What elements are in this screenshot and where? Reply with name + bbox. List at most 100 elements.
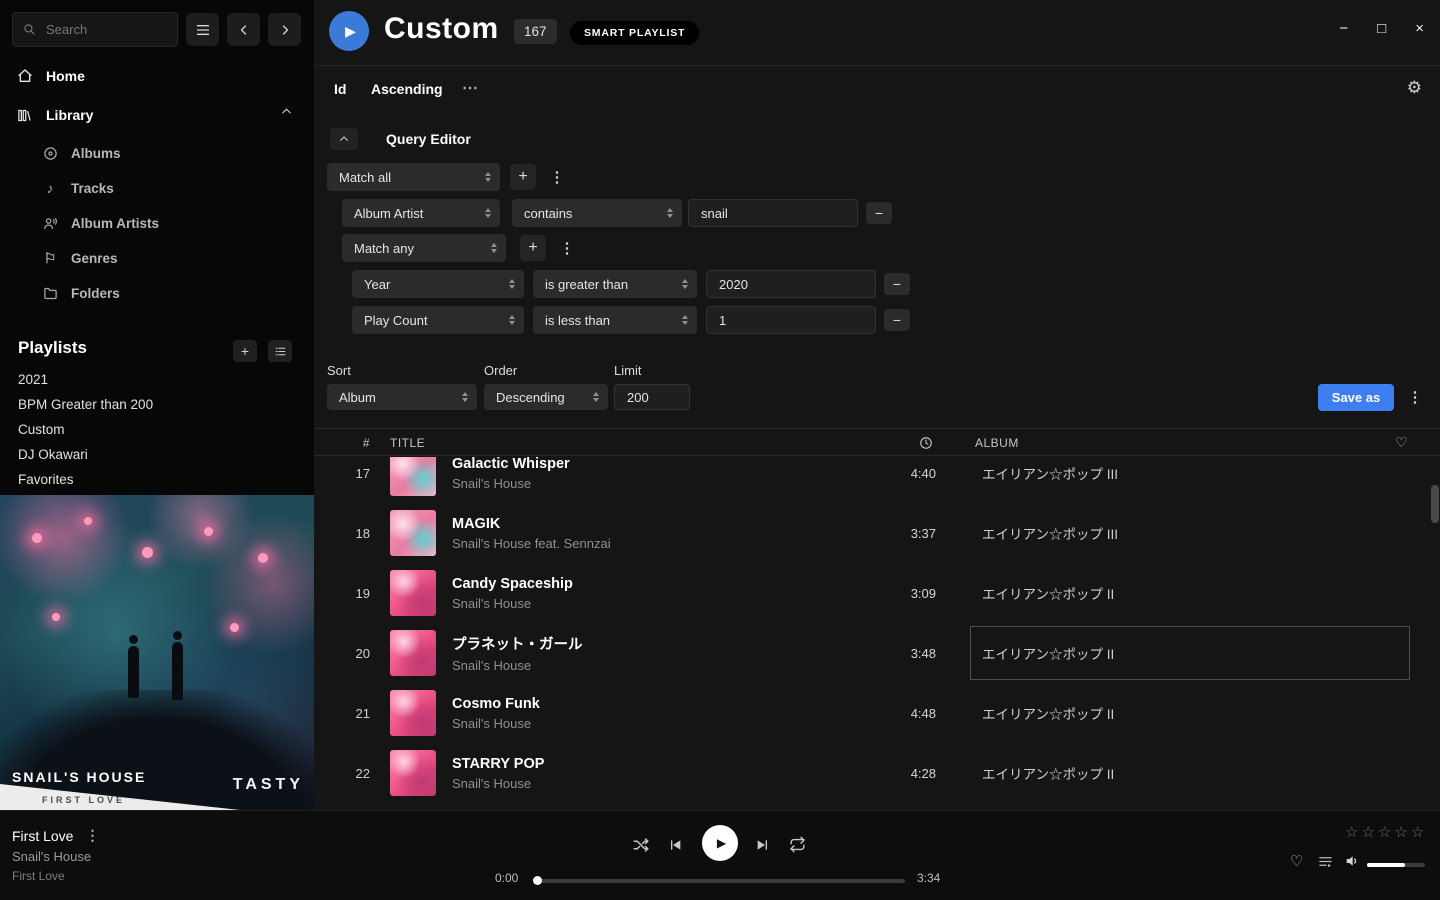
track-album[interactable]: エイリアン☆ポップ II (970, 746, 1410, 800)
table-row[interactable]: 17 Galactic Whisper Snail's House 4:40 エ… (314, 457, 1431, 503)
star-icon[interactable]: ☆ (1394, 823, 1407, 841)
table-row[interactable]: 19 Candy Spaceship Snail's House 3:09 エイ… (314, 563, 1431, 623)
limit-input[interactable] (614, 384, 690, 410)
volume-fill (1367, 863, 1405, 867)
menu-icon[interactable] (186, 13, 219, 46)
column-header-album[interactable]: ALBUM (975, 436, 1019, 450)
sort-field-button[interactable]: Id (334, 81, 346, 97)
next-track-icon[interactable] (755, 837, 771, 853)
volume-slider[interactable] (1367, 863, 1425, 867)
minimize-button[interactable]: − (1339, 20, 1348, 37)
star-icon[interactable]: ☆ (1411, 823, 1424, 841)
order-select[interactable]: Descending (484, 384, 608, 410)
rule3-value-input[interactable] (706, 306, 876, 334)
maximize-button[interactable]: □ (1377, 20, 1386, 37)
track-menu-icon[interactable]: ⋮ (85, 827, 99, 844)
table-row[interactable]: 21 Cosmo Funk Snail's House 4:48 エイリアン☆ポ… (314, 683, 1431, 743)
rule3-operator-select[interactable]: is less than (533, 306, 697, 334)
add-playlist-button[interactable]: + (233, 340, 257, 362)
track-number: 18 (340, 526, 370, 541)
shuffle-icon[interactable] (632, 836, 650, 854)
track-number: 19 (340, 586, 370, 601)
chevron-up-icon[interactable] (281, 106, 292, 117)
playlist-list-view-icon[interactable] (268, 340, 292, 362)
clock-icon[interactable] (919, 436, 933, 450)
group2-menu-icon[interactable]: ⋮ (558, 235, 576, 261)
play-pause-button[interactable]: ▶ (702, 825, 738, 861)
track-album[interactable]: エイリアン☆ポップ III (970, 457, 1410, 500)
sidebar-item-folders[interactable]: Folders (0, 281, 314, 305)
select-value: Album (339, 390, 376, 405)
column-header-number[interactable]: # (340, 436, 370, 450)
rule2-operator-select[interactable]: is greater than (533, 270, 697, 298)
table-row[interactable]: 18 MAGIK Snail's House feat. Sennzai 3:3… (314, 503, 1431, 563)
rule3-field-select[interactable]: Play Count (352, 306, 524, 334)
track-title: STARRY POP (452, 756, 880, 772)
now-playing-artwork[interactable]: SNAIL'S HOUSE FIRST LOVE TASTY (0, 495, 314, 810)
playlist-item-dj-okawari[interactable]: DJ Okawari (18, 447, 88, 467)
seek-thumb[interactable] (533, 876, 542, 885)
sidebar-item-albums[interactable]: Albums (0, 141, 314, 165)
more-options-icon[interactable]: ⋯ (462, 78, 478, 98)
seek-bar[interactable] (535, 879, 905, 883)
queue-icon[interactable] (1318, 854, 1333, 869)
close-button[interactable]: × (1415, 20, 1424, 37)
rule1-field-select[interactable]: Album Artist (342, 199, 500, 227)
rule1-operator-select[interactable]: contains (512, 199, 682, 227)
add-rule-button-group2[interactable]: + (520, 235, 546, 261)
play-playlist-button[interactable]: ▶ (329, 11, 369, 51)
playlist-item-bpm[interactable]: BPM Greater than 200 (18, 397, 153, 417)
remove-rule3-button[interactable]: − (884, 309, 910, 331)
star-icon[interactable]: ☆ (1345, 823, 1358, 841)
repeat-icon[interactable] (789, 836, 806, 853)
track-title: プラネット・ガール (452, 633, 880, 654)
rule2-value-input[interactable] (706, 270, 876, 298)
column-header-title[interactable]: TITLE (390, 436, 425, 450)
match-select-group1[interactable]: Match all (327, 163, 500, 191)
search-input[interactable] (44, 21, 167, 38)
rule2-field-select[interactable]: Year (352, 270, 524, 298)
sidebar-item-tracks[interactable]: ♪ Tracks (0, 176, 314, 200)
volume-icon[interactable] (1344, 853, 1360, 869)
previous-track-icon[interactable] (667, 837, 683, 853)
playlist-item-favorites[interactable]: Favorites (18, 472, 74, 492)
heart-icon[interactable]: ♡ (1395, 434, 1408, 451)
track-artist: Snail's House (452, 776, 880, 791)
playlist-item-custom[interactable]: Custom (18, 422, 65, 442)
group1-menu-icon[interactable]: ⋮ (548, 164, 566, 190)
track-album[interactable]: エイリアン☆ポップ II (970, 686, 1410, 740)
save-menu-icon[interactable]: ⋮ (1406, 384, 1424, 410)
sidebar-item-genres[interactable]: ⚐ Genres (0, 246, 314, 270)
remove-rule2-button[interactable]: − (884, 273, 910, 295)
table-row[interactable]: 22 STARRY POP Snail's House 4:28 エイリアン☆ポ… (314, 743, 1431, 803)
gear-icon[interactable]: ⚙ (1407, 78, 1422, 98)
title-cell: Candy Spaceship Snail's House (452, 576, 880, 611)
search-box[interactable] (12, 12, 178, 47)
limit-label: Limit (614, 363, 641, 378)
track-album[interactable]: エイリアン☆ポップ II (970, 566, 1410, 620)
sidebar-item-album-artists[interactable]: Album Artists (0, 211, 314, 235)
sort-direction-button[interactable]: Ascending (371, 81, 443, 97)
track-duration: 3:48 (880, 646, 936, 661)
match-select-group2[interactable]: Match any (342, 234, 506, 262)
title-cell: STARRY POP Snail's House (452, 756, 880, 791)
remove-rule1-button[interactable]: − (866, 202, 892, 224)
back-button[interactable] (227, 13, 260, 46)
favorite-heart-icon[interactable]: ♡ (1290, 852, 1303, 870)
track-album[interactable]: エイリアン☆ポップ II (970, 626, 1410, 680)
track-album[interactable]: エイリアン☆ポップ III (970, 506, 1410, 560)
sort-select[interactable]: Album (327, 384, 477, 410)
app-window: Home Library Albums ♪ Tracks Album A (0, 0, 1440, 900)
scrollbar-thumb[interactable] (1431, 485, 1439, 523)
save-as-button[interactable]: Save as (1318, 384, 1394, 411)
collapse-query-editor-button[interactable] (330, 128, 358, 150)
star-icon[interactable]: ☆ (1361, 823, 1374, 841)
playlist-item-2021[interactable]: 2021 (18, 372, 48, 392)
forward-button[interactable] (268, 13, 301, 46)
rule1-value-input[interactable] (688, 199, 858, 227)
star-icon[interactable]: ☆ (1378, 823, 1391, 841)
sidebar-item-home[interactable]: Home (0, 63, 314, 89)
add-rule-button-group1[interactable]: + (510, 164, 536, 190)
sidebar-item-library[interactable]: Library (0, 102, 314, 128)
table-row[interactable]: 20 プラネット・ガール Snail's House 3:48 エイリアン☆ポッ… (314, 623, 1431, 683)
